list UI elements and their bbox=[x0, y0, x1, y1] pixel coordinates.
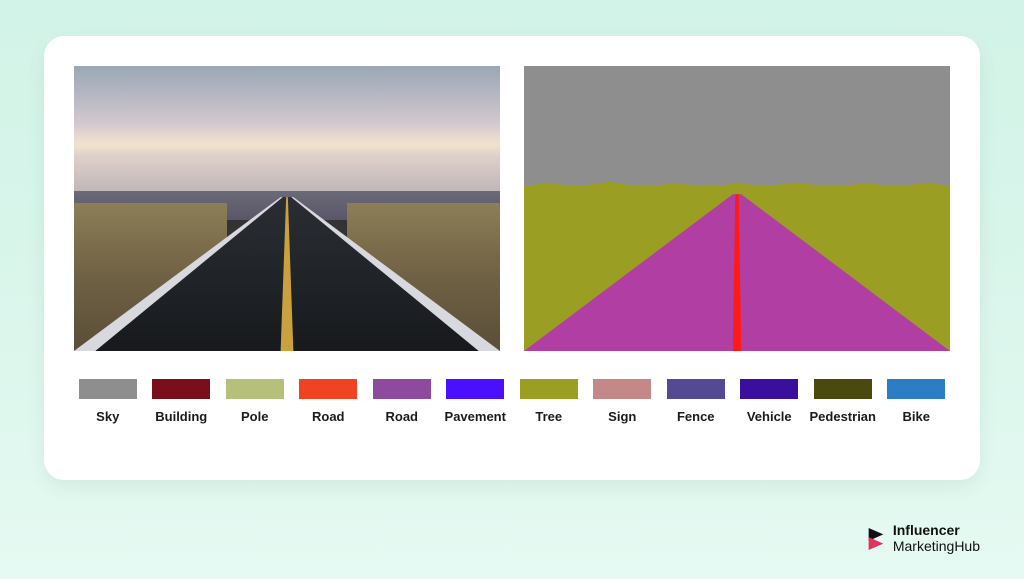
legend-swatch bbox=[446, 379, 504, 399]
brand-line-1: Influencer bbox=[893, 522, 960, 538]
comparison-card: Sky Building Pole Road Road Pavement Tree Sign F… bbox=[44, 36, 980, 480]
legend-swatch bbox=[667, 379, 725, 399]
legend-swatch bbox=[520, 379, 578, 399]
legend-swatch bbox=[299, 379, 357, 399]
legend-label: Sign bbox=[608, 409, 636, 424]
legend-swatch bbox=[79, 379, 137, 399]
legend-item: Pedestrian bbox=[809, 379, 877, 424]
watermark-logo: Influencer MarketingHub bbox=[865, 523, 980, 555]
road-photo-rendering bbox=[74, 66, 500, 351]
legend-swatch bbox=[814, 379, 872, 399]
legend-swatch bbox=[593, 379, 651, 399]
brand-line-2: MarketingHub bbox=[893, 538, 980, 554]
legend-label: Sky bbox=[96, 409, 119, 424]
legend-item: Building bbox=[148, 379, 216, 424]
legend-label: Road bbox=[386, 409, 419, 424]
legend-swatch bbox=[373, 379, 431, 399]
legend-item: Fence bbox=[662, 379, 730, 424]
legend-label: Vehicle bbox=[747, 409, 792, 424]
segmentation-map bbox=[524, 66, 950, 351]
legend-item: Sky bbox=[74, 379, 142, 424]
legend-swatch bbox=[226, 379, 284, 399]
brand-arrow-icon bbox=[865, 526, 887, 552]
legend: Sky Building Pole Road Road Pavement Tree Sign F… bbox=[74, 379, 950, 424]
legend-label: Bike bbox=[903, 409, 930, 424]
legend-swatch bbox=[740, 379, 798, 399]
legend-label: Tree bbox=[535, 409, 562, 424]
legend-item: Pavement bbox=[442, 379, 510, 424]
legend-label: Building bbox=[155, 409, 207, 424]
image-row bbox=[74, 66, 950, 351]
legend-item: Sign bbox=[589, 379, 657, 424]
segmentation-rendering bbox=[524, 66, 950, 351]
legend-item: Tree bbox=[515, 379, 583, 424]
legend-label: Pedestrian bbox=[810, 409, 876, 424]
legend-swatch bbox=[887, 379, 945, 399]
legend-label: Pavement bbox=[445, 409, 506, 424]
legend-swatch bbox=[152, 379, 210, 399]
legend-label: Pole bbox=[241, 409, 268, 424]
legend-item: Bike bbox=[883, 379, 951, 424]
legend-label: Road bbox=[312, 409, 345, 424]
legend-item: Pole bbox=[221, 379, 289, 424]
legend-item: Vehicle bbox=[736, 379, 804, 424]
legend-label: Fence bbox=[677, 409, 715, 424]
input-photo bbox=[74, 66, 500, 351]
legend-item: Road bbox=[295, 379, 363, 424]
legend-item: Road bbox=[368, 379, 436, 424]
